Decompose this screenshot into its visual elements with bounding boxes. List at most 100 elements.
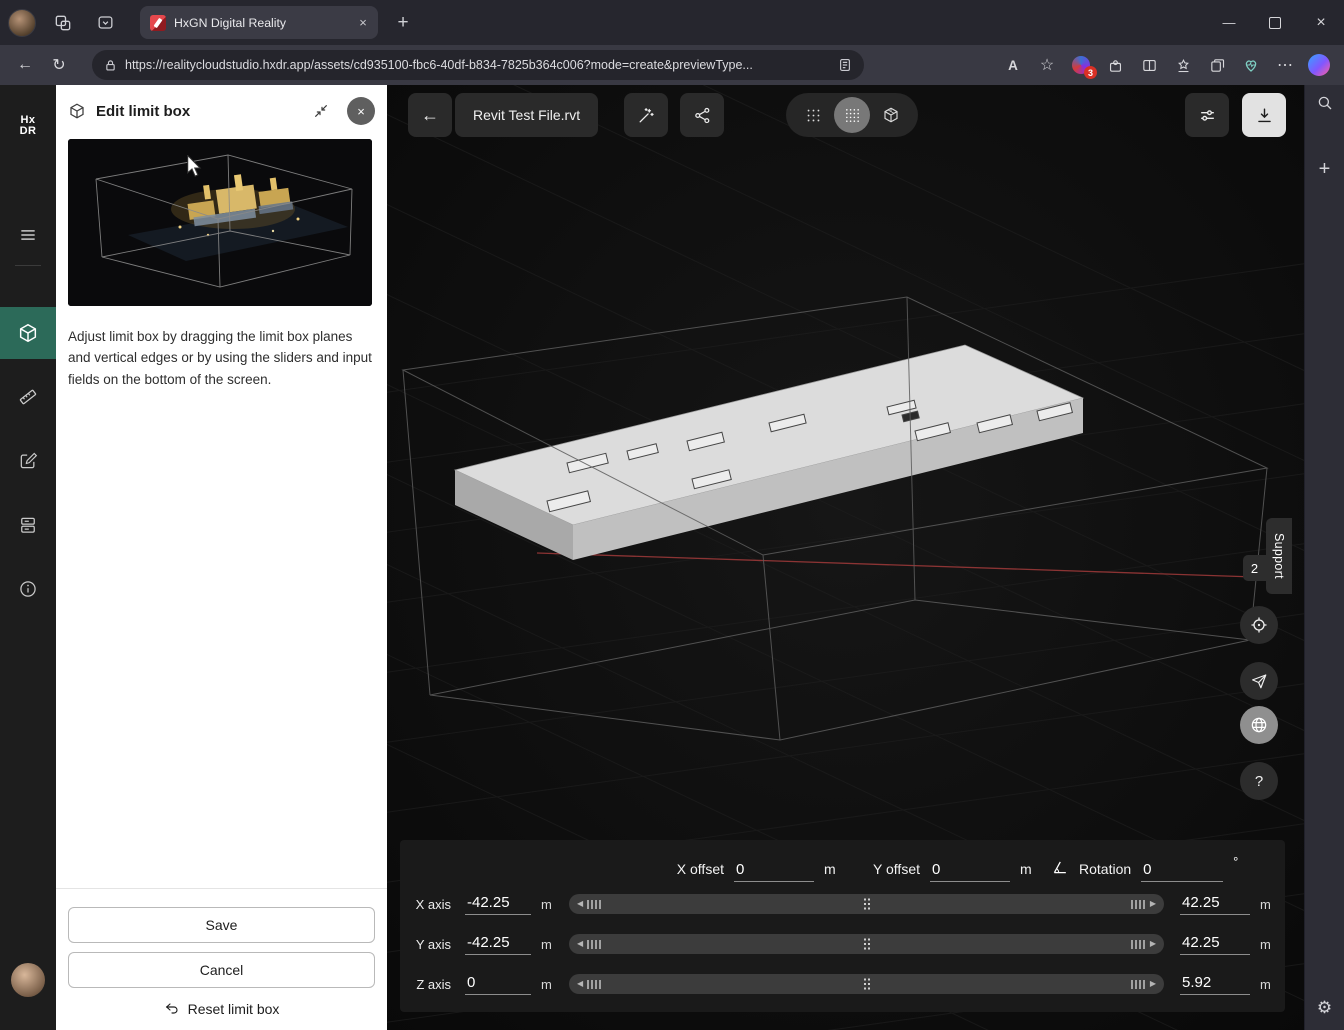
3d-viewport[interactable]: ← Revit Test File.rvt 2 Support ? X [387, 85, 1304, 1030]
app-sidebar: Hx DR [0, 85, 56, 1030]
sidebar-settings-gear-icon[interactable]: ⚙ [1311, 994, 1339, 1022]
x-axis-max-input[interactable] [1180, 894, 1250, 915]
mesh-toggle[interactable] [873, 97, 909, 133]
slider-right-handle[interactable]: ▶ [1131, 940, 1156, 949]
y-axis-slider[interactable]: ◀ ▶ [569, 934, 1164, 954]
copilot-icon[interactable] [1302, 49, 1336, 81]
close-panel-button[interactable]: × [347, 97, 375, 125]
sidebar-item-annotate[interactable] [8, 441, 48, 481]
render-mode-toggle-group [786, 93, 918, 137]
viewport-back-button[interactable]: ← [408, 93, 452, 137]
y-offset-input[interactable] [930, 861, 1010, 882]
x-axis-min-input[interactable] [465, 894, 531, 915]
globe-view-button[interactable] [1240, 706, 1278, 744]
sidebar-search-icon[interactable] [1311, 89, 1339, 117]
x-axis-slider[interactable]: ◀ ▶ [569, 894, 1164, 914]
support-tab[interactable]: Support [1266, 518, 1292, 594]
window-close-button[interactable]: × [1298, 0, 1344, 45]
x-axis-row: X axis m ◀ ▶ m [400, 884, 1285, 924]
sidebar-item-limit-box-active[interactable] [0, 307, 56, 359]
z-axis-min-input[interactable] [465, 974, 531, 995]
browser-tab[interactable]: HxGN Digital Reality × [140, 6, 378, 39]
refresh-button[interactable]: ↻ [42, 49, 76, 81]
point-cloud-sparse-toggle[interactable] [795, 97, 831, 133]
slider-center-handle[interactable] [864, 899, 870, 910]
menu-hamburger-icon[interactable] [8, 215, 48, 255]
z-axis-slider[interactable]: ◀ ▶ [569, 974, 1164, 994]
asset-name-chip[interactable]: Revit Test File.rvt [455, 93, 598, 137]
window-minimize-button[interactable]: — [1206, 0, 1252, 45]
download-button[interactable] [1242, 93, 1286, 137]
slider-right-arrow-icon: ▶ [1150, 940, 1156, 948]
share-button[interactable] [680, 93, 724, 137]
split-screen-icon[interactable] [1132, 49, 1166, 81]
2d-view-badge[interactable]: 2 [1243, 555, 1266, 581]
slider-right-handle[interactable]: ▶ [1131, 900, 1156, 909]
y-axis-row: Y axis m ◀ ▶ m [400, 924, 1285, 964]
slider-center-handle[interactable] [864, 939, 870, 950]
browser-essentials-icon[interactable] [1234, 49, 1268, 81]
magic-wand-button[interactable] [624, 93, 668, 137]
favorites-bar-icon[interactable] [1166, 49, 1200, 81]
sidebar-add-icon[interactable]: + [1311, 155, 1339, 183]
url-text[interactable]: https://realitycloudstudio.hxdr.app/asse… [125, 58, 830, 72]
y-axis-max-input[interactable] [1180, 934, 1250, 955]
y-axis-min-input[interactable] [465, 934, 531, 955]
browser-profile-avatar[interactable] [8, 9, 36, 37]
tab-close-icon[interactable]: × [354, 14, 372, 32]
help-button[interactable]: ? [1240, 762, 1278, 800]
favorite-star-icon[interactable]: ☆ [1030, 49, 1064, 81]
window-maximize-button[interactable] [1252, 0, 1298, 45]
slider-left-handle[interactable]: ◀ [577, 900, 602, 909]
copilot-logo [1308, 54, 1330, 76]
collections-icon[interactable] [1200, 49, 1234, 81]
y-axis-max-unit: m [1260, 937, 1282, 952]
back-button[interactable]: ← [8, 49, 42, 81]
collapse-panel-icon[interactable] [313, 103, 329, 119]
tab-actions-icon[interactable] [90, 8, 120, 38]
cube-icon [68, 102, 86, 120]
slider-left-arrow-icon: ◀ [577, 980, 583, 988]
point-cloud-dense-toggle[interactable] [834, 97, 870, 133]
cancel-button[interactable]: Cancel [68, 952, 375, 988]
workspaces-icon[interactable] [48, 8, 78, 38]
rotation-input[interactable] [1141, 861, 1223, 882]
settings-more-icon[interactable]: ⋯ [1268, 49, 1302, 81]
view-settings-button[interactable] [1185, 93, 1229, 137]
slider-ticks [1131, 900, 1146, 909]
y-offset-label: Y offset [840, 861, 920, 882]
x-offset-input[interactable] [734, 861, 814, 882]
mesh-cube-icon [882, 106, 900, 124]
slider-left-handle[interactable]: ◀ [577, 980, 602, 989]
tune-sliders-icon [1198, 106, 1217, 125]
address-bar[interactable]: https://realitycloudstudio.hxdr.app/asse… [92, 50, 864, 80]
locate-button[interactable] [1240, 606, 1278, 644]
y-offset-group: Y offset m [840, 852, 1032, 882]
slider-left-handle[interactable]: ◀ [577, 940, 602, 949]
reset-limit-box-button[interactable]: Reset limit box [158, 1000, 286, 1018]
slider-left-arrow-icon: ◀ [577, 940, 583, 948]
y-axis-label: Y axis [404, 937, 451, 952]
slider-ticks [1131, 940, 1146, 949]
x-axis-label: X axis [404, 897, 451, 912]
sidebar-item-measure[interactable] [8, 377, 48, 417]
extension-with-badge-icon[interactable]: 3 [1064, 49, 1098, 81]
site-lock-icon [104, 59, 117, 72]
z-axis-max-input[interactable] [1180, 974, 1250, 995]
sidebar-item-versions[interactable] [8, 505, 48, 545]
extensions-puzzle-icon[interactable] [1098, 49, 1132, 81]
sidebar-item-info[interactable] [8, 569, 48, 609]
read-aloud-icon[interactable]: A [996, 49, 1030, 81]
save-button[interactable]: Save [68, 907, 375, 943]
page-tools-icon[interactable] [838, 58, 852, 72]
z-axis-max-unit: m [1260, 977, 1282, 992]
limit-box-controls-bar: X offset m Y offset m Rotation ° X axis … [400, 840, 1285, 1012]
new-tab-button[interactable]: + [390, 10, 416, 36]
navigate-button[interactable] [1240, 662, 1278, 700]
edit-limit-box-panel: Edit limit box × [56, 85, 387, 1030]
user-avatar[interactable] [11, 963, 45, 997]
slider-right-handle[interactable]: ▶ [1131, 980, 1156, 989]
slider-center-handle[interactable] [864, 979, 870, 990]
paper-plane-icon [1250, 672, 1268, 690]
maximize-icon [1269, 17, 1281, 29]
